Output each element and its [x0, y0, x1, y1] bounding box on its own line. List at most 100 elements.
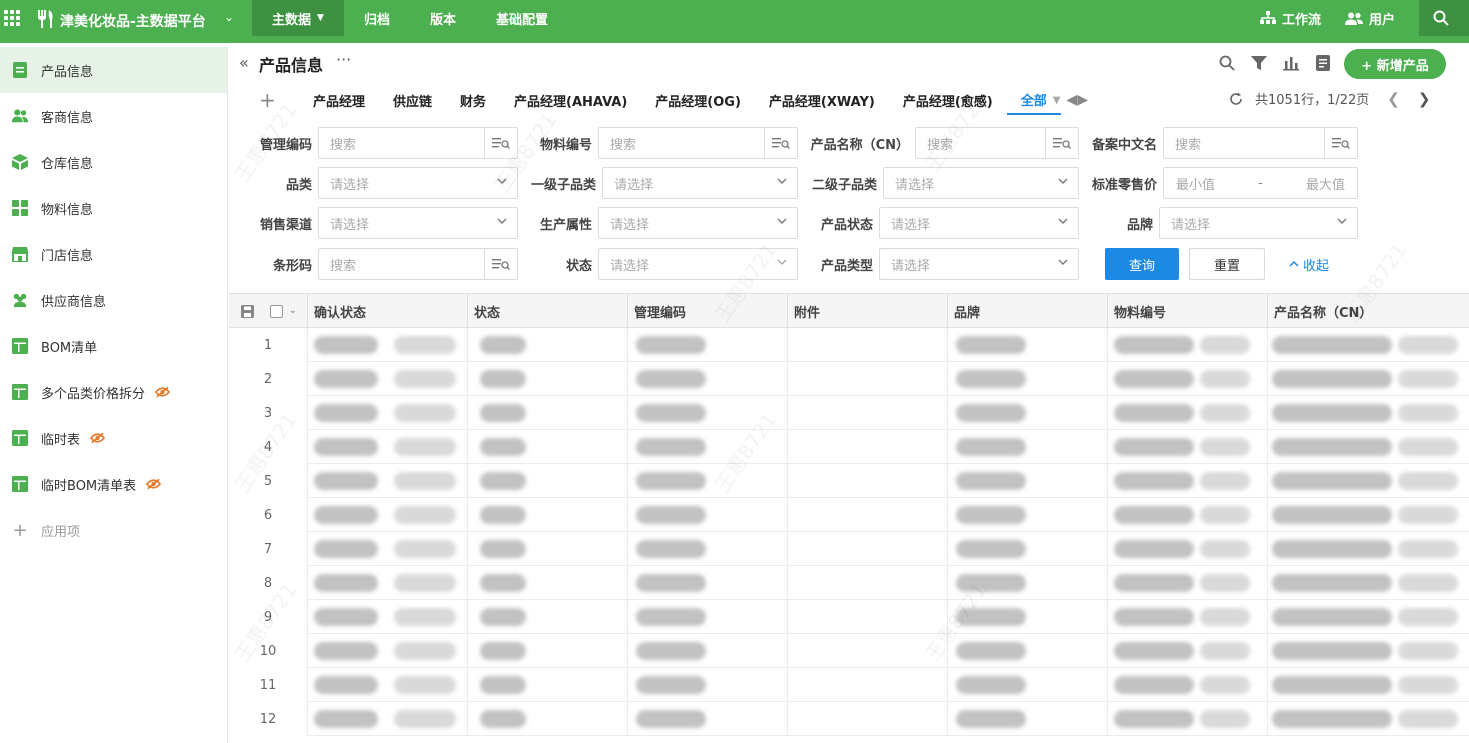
redacted-cell[interactable] [628, 464, 788, 498]
add-product-button[interactable]: + 新增产品 [1344, 49, 1446, 79]
redacted-cell[interactable] [628, 362, 788, 396]
redacted-cell[interactable] [468, 464, 628, 498]
table-row[interactable]: 8 [229, 566, 1469, 600]
redacted-cell[interactable] [1108, 396, 1268, 430]
topnav-item-version[interactable]: 版本 [410, 0, 476, 36]
app-name[interactable]: 津美化妆品-主数据平台 [60, 11, 206, 31]
redacted-cell[interactable] [468, 498, 628, 532]
table-row[interactable]: 9 [229, 600, 1469, 634]
redacted-cell[interactable] [628, 668, 788, 702]
redacted-cell[interactable] [468, 362, 628, 396]
tab-pm-ahava[interactable]: 产品经理(AHAVA) [500, 85, 641, 115]
redacted-cell[interactable] [948, 396, 1108, 430]
chevron-down-icon[interactable]: ⌄ [289, 306, 297, 316]
table-row[interactable]: 7 [229, 532, 1469, 566]
eye-slash-icon[interactable] [90, 432, 106, 444]
redacted-cell[interactable] [1268, 702, 1469, 736]
tab-finance[interactable]: 财务 [446, 85, 500, 115]
redacted-cell[interactable] [308, 600, 468, 634]
user-button[interactable]: 用户 [1344, 9, 1395, 28]
price-min-input[interactable]: 最小值 [1176, 174, 1215, 193]
redacted-cell[interactable] [948, 668, 1108, 702]
redacted-cell[interactable] [1108, 566, 1268, 600]
redacted-cell[interactable] [788, 362, 948, 396]
redacted-cell[interactable] [468, 430, 628, 464]
redacted-cell[interactable] [948, 634, 1108, 668]
table-row[interactable]: 12 [229, 702, 1469, 736]
product-name-input[interactable]: 搜索 [915, 127, 1079, 159]
redacted-cell[interactable] [1108, 328, 1268, 362]
more-options-button[interactable]: ··· [336, 50, 351, 69]
redacted-cell[interactable] [948, 532, 1108, 566]
redacted-cell[interactable] [1268, 600, 1469, 634]
redacted-cell[interactable] [1108, 702, 1268, 736]
redacted-cell[interactable] [468, 328, 628, 362]
apps-grid-icon[interactable] [4, 10, 20, 26]
table-row[interactable]: 5 [229, 464, 1469, 498]
prod-type-select[interactable]: 请选择 [879, 248, 1079, 280]
redacted-cell[interactable] [1108, 668, 1268, 702]
redacted-cell[interactable] [308, 532, 468, 566]
redacted-cell[interactable] [468, 600, 628, 634]
redacted-cell[interactable] [468, 702, 628, 736]
redacted-cell[interactable] [788, 498, 948, 532]
redacted-cell[interactable] [628, 430, 788, 464]
redacted-cell[interactable] [788, 668, 948, 702]
col-header[interactable]: 品牌 [948, 294, 1108, 328]
search-button[interactable] [1211, 55, 1243, 71]
tab-scroll-left-icon[interactable]: ◀ [1066, 92, 1077, 108]
status-select[interactable]: 请选择 [598, 248, 798, 280]
col-header[interactable]: 状态 [468, 294, 628, 328]
sidebar-item-store-info[interactable]: 门店信息 [0, 231, 227, 277]
refresh-icon[interactable] [1229, 92, 1243, 106]
redacted-cell[interactable] [628, 702, 788, 736]
redacted-cell[interactable] [1268, 430, 1469, 464]
save-icon[interactable] [241, 304, 254, 318]
redacted-cell[interactable] [308, 566, 468, 600]
search-list-icon[interactable] [1324, 128, 1357, 158]
redacted-cell[interactable] [308, 634, 468, 668]
sidebar-item-supplier-info[interactable]: 供应商信息 [0, 277, 227, 323]
redacted-cell[interactable] [1108, 430, 1268, 464]
reset-button[interactable]: 重置 [1189, 248, 1265, 280]
eye-slash-icon[interactable] [155, 386, 171, 398]
redacted-cell[interactable] [948, 328, 1108, 362]
redacted-cell[interactable] [468, 396, 628, 430]
redacted-cell[interactable] [468, 566, 628, 600]
mgmt-code-input[interactable]: 搜索 [318, 127, 518, 159]
query-button[interactable]: 查询 [1105, 248, 1179, 280]
redacted-cell[interactable] [628, 396, 788, 430]
tab-scroll-right-icon[interactable]: ▶ [1077, 92, 1088, 108]
sidebar-item-material-info[interactable]: 物料信息 [0, 185, 227, 231]
sidebar-item-price-split[interactable]: 多个品类价格拆分 [0, 369, 227, 415]
redacted-cell[interactable] [308, 362, 468, 396]
redacted-cell[interactable] [308, 668, 468, 702]
table-row[interactable]: 6 [229, 498, 1469, 532]
redacted-cell[interactable] [788, 566, 948, 600]
redacted-cell[interactable] [628, 634, 788, 668]
category-select[interactable]: 请选择 [318, 167, 518, 199]
next-page-icon[interactable]: ❯ [1418, 90, 1431, 108]
sidebar-item-temp-bom[interactable]: 临时BOM清单表 [0, 461, 227, 507]
redacted-cell[interactable] [1268, 464, 1469, 498]
prod-attr-select[interactable]: 请选择 [598, 207, 798, 239]
tab-pm-yugan[interactable]: 产品经理(愈感) [889, 85, 1007, 115]
select-all-checkbox[interactable] [270, 304, 283, 318]
eye-slash-icon[interactable] [146, 478, 162, 490]
barcode-input[interactable]: 搜索 [318, 248, 518, 280]
redacted-cell[interactable] [1268, 634, 1469, 668]
redacted-cell[interactable] [788, 702, 948, 736]
redacted-cell[interactable] [468, 532, 628, 566]
collapse-filters-button[interactable]: 收起 [1289, 255, 1329, 274]
redacted-cell[interactable] [788, 532, 948, 566]
redacted-cell[interactable] [948, 566, 1108, 600]
tab-supply-chain[interactable]: 供应链 [379, 85, 446, 115]
add-tab-button[interactable]: + [259, 88, 299, 112]
workflow-button[interactable]: 工作流 [1259, 9, 1321, 28]
col-header[interactable]: 附件 [788, 294, 948, 328]
redacted-cell[interactable] [308, 498, 468, 532]
topnav-item-main-data[interactable]: 主数据 ▼ [252, 0, 344, 36]
redacted-cell[interactable] [1268, 328, 1469, 362]
search-list-icon[interactable] [1045, 128, 1078, 158]
redacted-cell[interactable] [788, 464, 948, 498]
